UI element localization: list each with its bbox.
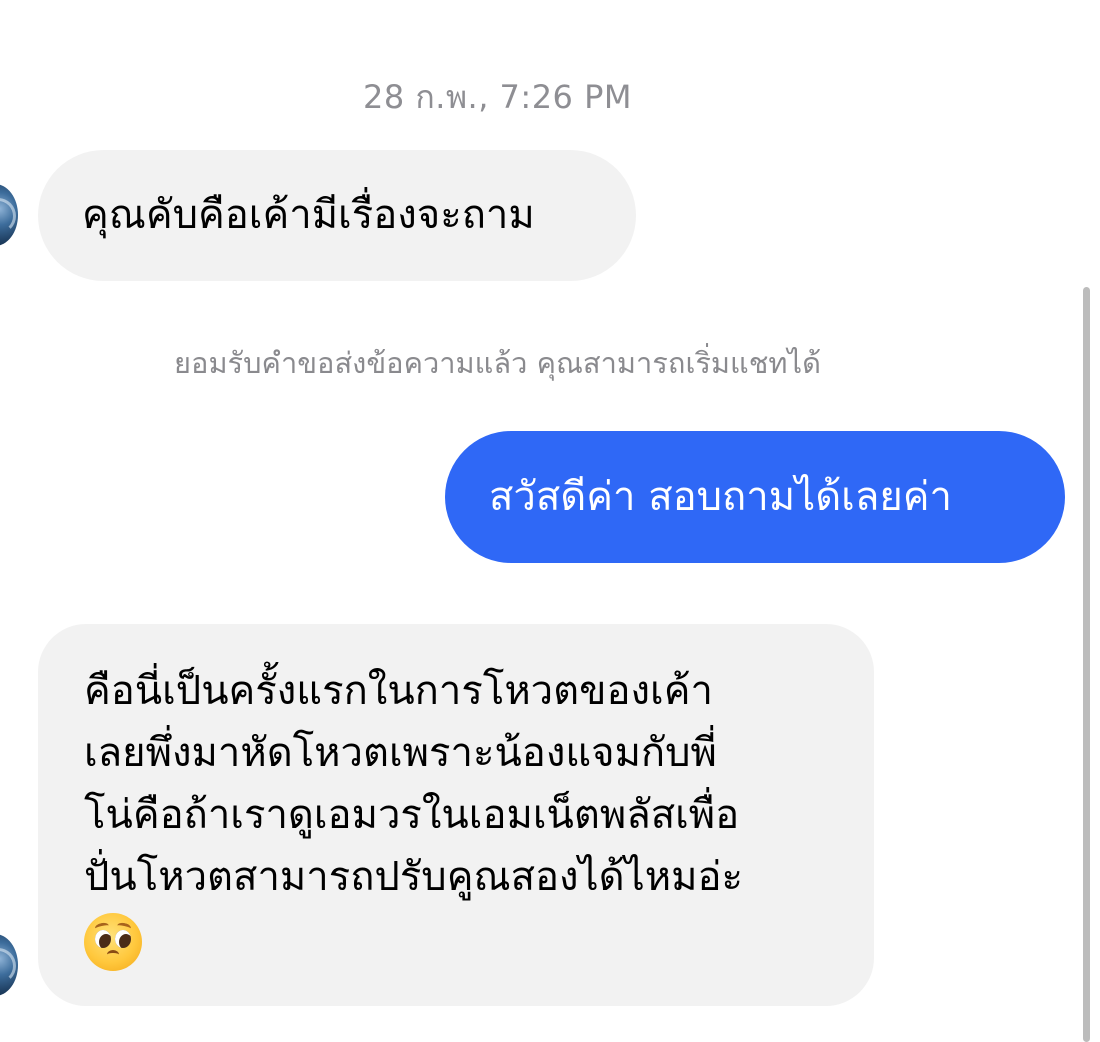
incoming-message-bubble[interactable]: คือนี่เป็นครั้งแรกในการโหวตของเค้า เลยพึ… — [38, 624, 874, 1006]
message-text-line: คือนี่เป็นครั้งแรกในการโหวตของเค้า — [84, 668, 713, 714]
pleading-face-emoji-icon — [84, 913, 142, 971]
outgoing-message-bubble[interactable]: สวัสดีค่า สอบถามได้เลยค่า — [445, 431, 1065, 563]
message-text-line: โน่คือถ้าเราดูเอมวรในเอมเน็ตพลัสเพื่อ — [84, 792, 740, 838]
message-text: คุณคับคือเค้ามีเรื่องจะถาม — [82, 192, 535, 238]
incoming-message-bubble[interactable]: คุณคับคือเค้ามีเรื่องจะถาม — [38, 150, 636, 281]
message-text-line: เลยพึ่งมาหัดโหวตเพราะน้องแจมกับพี่ — [84, 730, 717, 776]
vertical-scrollbar[interactable] — [1083, 287, 1090, 1042]
message-text: สวัสดีค่า สอบถามได้เลยค่า — [489, 474, 953, 520]
message-text-line: ปั่นโหวตสามารถปรับคูณสองได้ไหมอ่ะ — [84, 854, 743, 900]
sender-avatar[interactable] — [0, 934, 18, 996]
message-timestamp: 28 ก.พ., 7:26 PM — [363, 78, 632, 116]
sender-avatar[interactable] — [0, 184, 18, 246]
message-request-accepted-note: ยอมรับคำขอส่งข้อความแล้ว คุณสามารถเริ่มแ… — [174, 346, 821, 380]
